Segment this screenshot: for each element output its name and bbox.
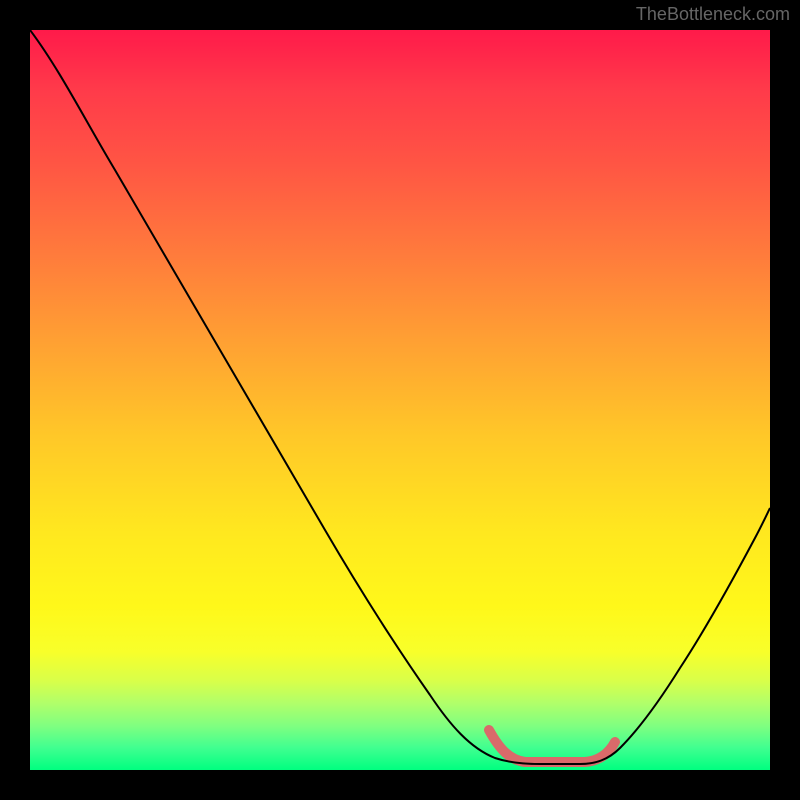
optimal-range-highlight	[489, 730, 615, 762]
chart-plot-area	[30, 30, 770, 770]
attribution-text: TheBottleneck.com	[636, 4, 790, 25]
bottleneck-curve-line	[30, 30, 770, 764]
chart-svg	[30, 30, 770, 770]
